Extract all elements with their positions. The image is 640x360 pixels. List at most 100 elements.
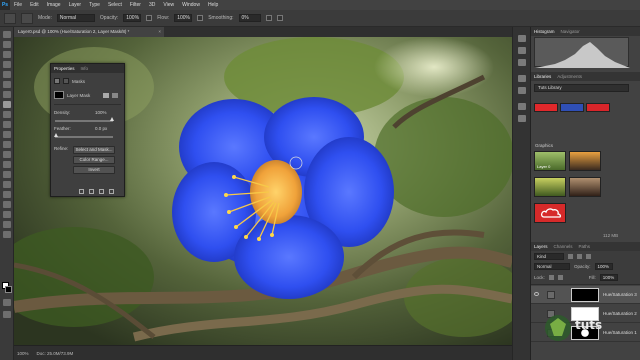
layer-kind-filter[interactable]: Kind (534, 253, 564, 260)
crop-tool-icon[interactable] (3, 71, 11, 78)
visibility-eye-icon[interactable] (534, 292, 539, 296)
tab-histogram[interactable]: Histogram (534, 29, 555, 34)
healing-brush-tool-icon[interactable] (3, 91, 11, 98)
library-color-swatch[interactable] (586, 103, 610, 112)
zoom-level[interactable]: 100% (17, 351, 29, 356)
menu-window[interactable]: Window (178, 0, 204, 10)
lock-pixels-icon[interactable] (548, 275, 554, 280)
smoothing-options-icon[interactable] (265, 15, 272, 21)
smoothing-field[interactable]: 0% (238, 14, 261, 22)
pressure-size-icon[interactable] (276, 15, 283, 21)
tab-layers[interactable]: Layers (534, 244, 548, 249)
invert-button[interactable]: Invert (73, 166, 115, 174)
blur-tool-icon[interactable] (3, 151, 11, 158)
layer-row[interactable]: Hue/Saturation 3 (531, 286, 640, 304)
fill-field[interactable]: 100% (599, 274, 618, 281)
eyedropper-tool-icon[interactable] (3, 81, 11, 88)
library-select[interactable]: Tuts Library (534, 84, 629, 92)
layer-opacity-field[interactable]: 100% (594, 263, 613, 270)
menu-filter[interactable]: Filter (126, 0, 145, 10)
layer-name[interactable]: Hue/Saturation 3 (603, 292, 637, 297)
menu-help[interactable]: Help (204, 0, 222, 10)
history-icon[interactable] (518, 35, 526, 42)
actions-icon[interactable] (518, 59, 526, 66)
delete-mask-icon[interactable] (109, 189, 114, 194)
pixel-mask-icon[interactable] (54, 78, 60, 84)
tab-navigator[interactable]: Navigator (561, 29, 580, 34)
lasso-tool-icon[interactable] (3, 51, 11, 58)
menu-type[interactable]: Type (85, 0, 104, 10)
vector-mask-icon[interactable] (63, 78, 69, 84)
paragraph-icon[interactable] (518, 87, 526, 94)
menu-layer[interactable]: Layer (65, 0, 86, 10)
apply-mask-icon[interactable] (89, 189, 94, 194)
brush-tool-preset-icon[interactable] (4, 12, 16, 24)
mode-select[interactable]: Normal (56, 14, 95, 22)
shape-tool-icon[interactable] (3, 201, 11, 208)
move-tool-icon[interactable] (3, 31, 11, 38)
creative-cloud-logo[interactable] (534, 203, 566, 223)
quick-mask-icon[interactable] (3, 299, 11, 306)
background-color-swatch[interactable] (5, 286, 12, 293)
menu-view[interactable]: View (159, 0, 178, 10)
graphic-thumbnail[interactable] (569, 151, 601, 171)
graphic-thumbnail[interactable]: Layer 0 (534, 151, 566, 171)
brush-settings-icon[interactable] (21, 12, 33, 24)
opacity-field[interactable]: 100% (123, 14, 142, 22)
filter-pixel-icon[interactable] (568, 254, 573, 259)
menu-edit[interactable]: Edit (26, 0, 43, 10)
load-selection-icon[interactable] (79, 189, 84, 194)
filter-adjustment-icon[interactable] (577, 254, 582, 259)
feather-value[interactable]: 0.0 px (95, 126, 107, 131)
density-slider[interactable] (55, 120, 113, 122)
library-color-swatch[interactable] (560, 103, 584, 112)
pressure-opacity-icon[interactable] (146, 15, 153, 21)
close-icon[interactable]: × (158, 27, 161, 37)
airbrush-icon[interactable] (197, 15, 204, 21)
more-tools-icon[interactable] (3, 231, 11, 238)
add-pixel-mask-icon[interactable] (103, 92, 110, 98)
menu-image[interactable]: Image (43, 0, 65, 10)
layer-mask-thumbnail[interactable] (571, 288, 599, 302)
brush-tool-icon[interactable] (3, 101, 11, 108)
path-select-tool-icon[interactable] (3, 191, 11, 198)
dodge-tool-icon[interactable] (3, 161, 11, 168)
lock-position-icon[interactable] (557, 275, 563, 280)
graphic-thumbnail[interactable] (569, 177, 601, 197)
tab-channels[interactable]: Channels (554, 244, 573, 249)
clone-stamp-tool-icon[interactable] (3, 111, 11, 118)
menu-3d[interactable]: 3D (145, 0, 159, 10)
layer-name[interactable]: Hue/Saturation 1 (603, 330, 637, 335)
feather-slider-handle[interactable] (54, 133, 58, 137)
add-vector-mask-icon[interactable] (112, 92, 119, 98)
filter-type-icon[interactable] (586, 254, 591, 259)
flow-field[interactable]: 100% (174, 14, 193, 22)
swatches-icon[interactable] (518, 103, 526, 110)
gradient-tool-icon[interactable] (3, 141, 11, 148)
hand-tool-icon[interactable] (3, 211, 11, 218)
feather-slider[interactable] (55, 136, 113, 138)
tab-properties[interactable]: Properties (54, 66, 75, 71)
visibility-eye-icon[interactable] (99, 189, 104, 194)
layer-name[interactable]: Hue/Saturation 2 (603, 311, 637, 316)
eraser-tool-icon[interactable] (3, 131, 11, 138)
tab-adjustments[interactable]: Adjustments (557, 74, 582, 79)
density-slider-handle[interactable] (110, 117, 114, 121)
marquee-tool-icon[interactable] (3, 41, 11, 48)
density-value[interactable]: 100% (95, 110, 107, 115)
screen-mode-icon[interactable] (3, 311, 11, 318)
pen-tool-icon[interactable] (3, 171, 11, 178)
properties-icon[interactable] (518, 115, 526, 122)
menu-select[interactable]: Select (104, 0, 126, 10)
graphic-thumbnail[interactable] (534, 177, 566, 197)
tab-libraries[interactable]: Libraries (534, 74, 551, 79)
brush-presets-icon[interactable] (518, 47, 526, 54)
history-brush-tool-icon[interactable] (3, 121, 11, 128)
blend-mode-select[interactable]: Normal (534, 263, 570, 270)
zoom-tool-icon[interactable] (3, 221, 11, 228)
menu-file[interactable]: File (10, 0, 26, 10)
select-and-mask-button[interactable]: Select and Mask... (73, 146, 115, 154)
type-tool-icon[interactable] (3, 181, 11, 188)
color-range-button[interactable]: Color Range... (73, 156, 115, 164)
tab-paths[interactable]: Paths (579, 244, 591, 249)
